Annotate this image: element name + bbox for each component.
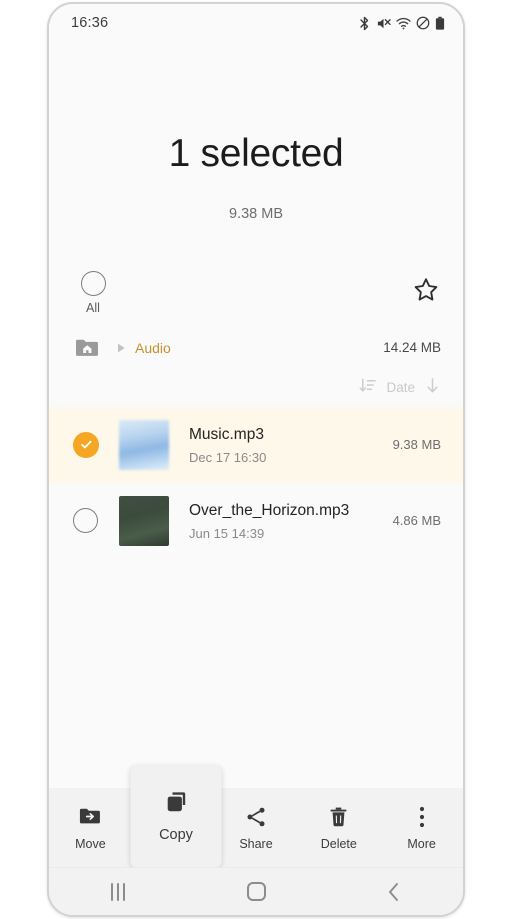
file-checkbox-unchecked[interactable] [73, 508, 113, 534]
check-icon [80, 441, 92, 449]
select-all-button[interactable]: All [73, 270, 113, 315]
favorite-button[interactable] [411, 275, 441, 305]
move-label: Move [75, 837, 106, 851]
breadcrumb-current-folder[interactable]: Audio [135, 340, 171, 356]
home-button[interactable] [226, 872, 286, 912]
select-all-row: All [49, 270, 463, 327]
file-info: Over_the_Horizon.mp3 Jun 15 14:39 [189, 501, 383, 540]
share-button[interactable]: Share [215, 788, 298, 867]
select-all-checkbox[interactable] [80, 270, 106, 296]
back-button[interactable] [364, 872, 424, 912]
move-folder-icon [78, 804, 103, 829]
volume-mute-icon [377, 18, 391, 28]
sort-lines-icon[interactable] [358, 376, 377, 400]
file-name: Over_the_Horizon.mp3 [189, 502, 350, 520]
copy-icon [162, 791, 190, 816]
file-list: Music.mp3 Dec 17 16:30 9.38 MB Over_the_… [49, 406, 463, 788]
table-row[interactable]: Over_the_Horizon.mp3 Jun 15 14:39 4.86 M… [49, 483, 463, 559]
selection-size: 9.38 MB [229, 205, 283, 222]
android-nav-bar [49, 867, 463, 915]
table-row[interactable]: Music.mp3 Dec 17 16:30 9.38 MB [49, 406, 463, 483]
phone-screen: 16:36 1 selected 9.38 MB All Audio 14.24… [49, 4, 463, 915]
phone-frame: 16:36 1 selected 9.38 MB All Audio 14.24… [47, 2, 465, 917]
sort-field-label[interactable]: Date [386, 380, 415, 395]
back-icon [389, 882, 398, 901]
folder-total-size: 14.24 MB [383, 340, 441, 356]
home-icon [246, 882, 266, 901]
more-label: More [407, 837, 436, 851]
arrow-down-icon[interactable] [424, 376, 441, 400]
recents-button[interactable] [88, 872, 148, 912]
bluetooth-icon [360, 16, 369, 30]
do-not-disturb-icon [416, 16, 430, 30]
page-title: 1 selected [168, 132, 344, 175]
sort-bar[interactable]: Date [49, 369, 463, 407]
status-bar-clock: 16:36 [71, 15, 109, 31]
copy-label: Copy [159, 826, 193, 843]
file-size: 4.86 MB [392, 513, 441, 529]
home-folder-icon[interactable] [74, 334, 102, 362]
file-date: Dec 17 16:30 [189, 449, 267, 465]
copy-button[interactable]: Copy [130, 766, 222, 867]
file-checkbox-checked[interactable] [73, 431, 113, 458]
more-vertical-icon [419, 804, 425, 829]
selection-header: 1 selected 9.38 MB [49, 42, 463, 222]
share-label: Share [239, 837, 273, 851]
star-outline-icon [414, 278, 438, 301]
battery-icon [435, 16, 445, 30]
status-bar: 16:36 [49, 4, 463, 42]
status-bar-icons [358, 16, 445, 31]
wifi-icon [396, 17, 411, 29]
breadcrumb[interactable]: Audio 14.24 MB [49, 327, 463, 369]
more-button[interactable]: More [380, 788, 463, 867]
file-date: Jun 15 14:39 [189, 525, 265, 541]
file-thumbnail [119, 495, 169, 546]
delete-label: Delete [320, 837, 357, 851]
select-all-label: All [86, 300, 100, 315]
file-thumbnail [119, 419, 169, 470]
chevron-right-icon [116, 342, 127, 354]
action-bar: Move Share Delete More Copy [49, 766, 463, 867]
file-size: 9.38 MB [392, 437, 441, 453]
delete-button[interactable]: Delete [297, 788, 380, 867]
trash-icon [327, 804, 350, 829]
move-button[interactable]: Move [49, 788, 132, 867]
file-info: Music.mp3 Dec 17 16:30 [189, 425, 383, 464]
share-icon [244, 804, 268, 829]
recents-icon [111, 882, 125, 901]
file-name: Music.mp3 [189, 426, 264, 444]
